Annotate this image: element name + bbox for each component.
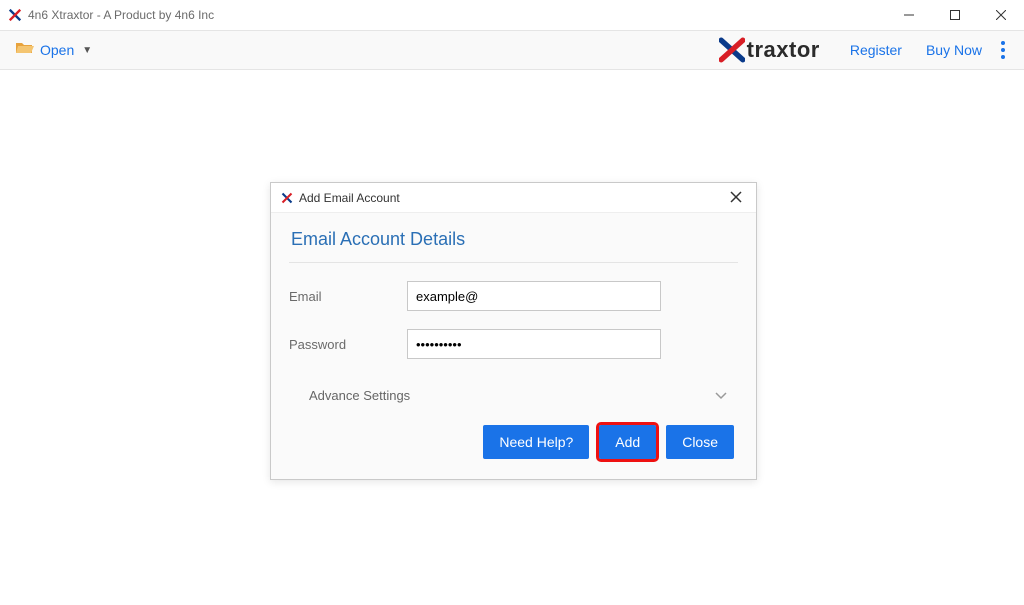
dialog-logo-icon — [281, 192, 293, 204]
brand-x-icon — [719, 37, 745, 63]
dialog-titlebar: Add Email Account — [271, 183, 756, 213]
email-row: Email — [289, 281, 738, 311]
minimize-button[interactable] — [886, 0, 932, 30]
dialog-close-button[interactable] — [726, 188, 746, 208]
brand-logo: traxtor — [719, 37, 820, 63]
password-field[interactable] — [407, 329, 661, 359]
buy-now-link[interactable]: Buy Now — [926, 42, 982, 58]
divider — [289, 262, 738, 263]
window-title: 4n6 Xtraxtor - A Product by 4n6 Inc — [28, 8, 886, 22]
main-toolbar: Open ▼ traxtor Register Buy Now — [0, 30, 1024, 70]
dialog-button-row: Need Help? Add Close — [289, 421, 738, 465]
dropdown-caret-icon: ▼ — [82, 45, 92, 56]
email-field[interactable] — [407, 281, 661, 311]
maximize-button[interactable] — [932, 0, 978, 30]
need-help-button[interactable]: Need Help? — [483, 425, 589, 459]
window-titlebar: 4n6 Xtraxtor - A Product by 4n6 Inc — [0, 0, 1024, 30]
open-button[interactable]: Open ▼ — [10, 37, 98, 64]
dialog-body: Email Account Details Email Password Adv… — [271, 213, 756, 479]
folder-icon — [16, 41, 34, 60]
close-button[interactable]: Close — [666, 425, 734, 459]
add-button[interactable]: Add — [599, 425, 656, 459]
window-controls — [886, 0, 1024, 30]
add-email-account-dialog: Add Email Account Email Account Details … — [270, 182, 757, 480]
email-label: Email — [289, 289, 407, 304]
dialog-title: Add Email Account — [299, 191, 726, 205]
password-row: Password — [289, 329, 738, 359]
register-link[interactable]: Register — [850, 42, 902, 58]
more-menu-button[interactable] — [994, 41, 1014, 59]
dialog-heading: Email Account Details — [289, 229, 738, 250]
advance-settings-label: Advance Settings — [309, 388, 410, 403]
password-label: Password — [289, 337, 407, 352]
window-close-button[interactable] — [978, 0, 1024, 30]
open-label: Open — [40, 42, 74, 58]
app-logo-icon — [8, 8, 22, 22]
chevron-down-icon — [714, 387, 728, 403]
brand-text: traxtor — [747, 37, 820, 63]
advance-settings-toggle[interactable]: Advance Settings — [289, 377, 738, 421]
